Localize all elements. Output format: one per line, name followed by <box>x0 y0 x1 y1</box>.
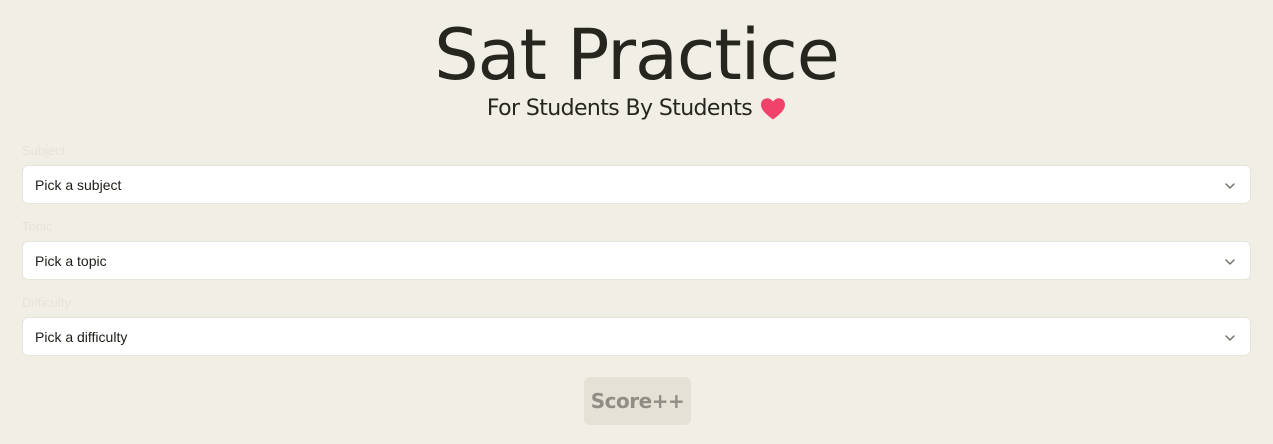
topic-select-value: Pick a topic <box>35 252 107 269</box>
subject-label: Subject <box>22 143 66 158</box>
subject-select-value: Pick a subject <box>35 176 122 193</box>
page-subtitle: For Students By Students <box>486 96 753 121</box>
chevron-down-icon <box>1224 179 1236 191</box>
score-submit-button[interactable]: Score++ <box>584 377 691 425</box>
difficulty-label: Difficulty <box>22 295 71 310</box>
chevron-down-icon <box>1224 331 1236 343</box>
topic-label: Topic <box>22 219 53 234</box>
subtitle-row: For Students By Students <box>0 94 1273 124</box>
heart-icon <box>760 97 786 121</box>
subject-select[interactable]: Pick a subject <box>22 165 1251 204</box>
difficulty-select-value: Pick a difficulty <box>35 328 128 345</box>
topic-select[interactable]: Pick a topic <box>22 241 1251 280</box>
chevron-down-icon <box>1224 255 1236 267</box>
page: Sat Practice For Students By Students Su… <box>0 0 1273 444</box>
difficulty-select[interactable]: Pick a difficulty <box>22 317 1251 356</box>
page-title: Sat Practice <box>434 14 840 96</box>
